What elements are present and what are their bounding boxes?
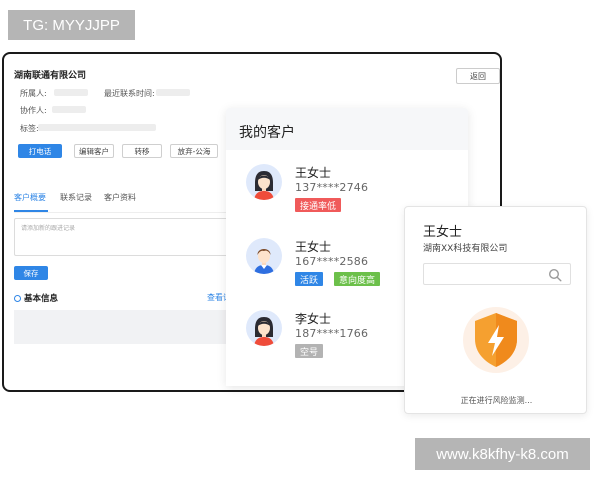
detail-name: 王女士: [423, 225, 463, 240]
shield-lightning-icon: [475, 313, 517, 367]
section-dot-icon: [14, 295, 21, 302]
female-avatar-icon: [246, 310, 282, 346]
back-button[interactable]: 返回: [456, 68, 500, 84]
male-avatar-icon: [246, 238, 282, 274]
owner-label: 所属人:: [20, 89, 47, 98]
textarea-placeholder: 请添加新的跟进记录: [21, 225, 76, 232]
tab-records[interactable]: 联系记录: [60, 192, 92, 203]
call-button[interactable]: 打电话: [18, 144, 62, 158]
customer-phone: 167****2586: [295, 255, 369, 268]
watermark-tag: TG: MYYJJPP: [8, 10, 135, 40]
risk-monitor-status: 正在进行风险监测...: [460, 396, 533, 405]
basic-info-content: [14, 310, 234, 344]
tab-profile[interactable]: 客户资料: [104, 192, 136, 203]
female-avatar-icon: [246, 164, 282, 200]
tag-high-intent: 意向度高: [334, 272, 381, 286]
customer-phone: 187****1766: [295, 327, 369, 340]
abandon-button[interactable]: 放弃-公海: [170, 144, 218, 158]
tags-value: [38, 124, 156, 131]
owner-value: [54, 89, 88, 96]
customer-name: 李女士: [295, 312, 332, 326]
tag-active: 活跃: [295, 272, 324, 286]
edit-customer-button[interactable]: 编辑客户: [74, 144, 114, 158]
detail-company: 湖南XX科技有限公司: [423, 244, 508, 254]
collaborator-value: [52, 106, 86, 113]
search-input[interactable]: [423, 263, 571, 285]
search-icon[interactable]: [548, 268, 562, 282]
panel-title: 我的客户: [239, 125, 295, 141]
save-button[interactable]: 保存: [14, 266, 48, 280]
customer-phone: 137****2746: [295, 181, 369, 194]
tab-overview[interactable]: 客户概要: [14, 192, 46, 203]
last-contact-value: [156, 89, 190, 96]
basic-info-title: 基本信息: [14, 292, 58, 304]
collaborator-label: 协作人:: [20, 106, 47, 115]
customer-detail-card: 王女士 湖南XX科技有限公司 正在进行风险监测...: [404, 206, 587, 414]
watermark-url: www.k8kfhy-k8.com: [415, 438, 590, 470]
tag-empty-number: 空号: [295, 344, 324, 358]
tag-low-connect: 接通率低: [295, 198, 342, 212]
tags-label: 标签:: [20, 124, 39, 133]
customer-name: 王女士: [295, 166, 332, 180]
customer-name: 王女士: [295, 240, 332, 254]
transfer-button[interactable]: 转移: [122, 144, 162, 158]
company-title: 湖南联通有限公司: [14, 71, 87, 81]
last-contact-label: 最近联系时间:: [104, 89, 155, 98]
